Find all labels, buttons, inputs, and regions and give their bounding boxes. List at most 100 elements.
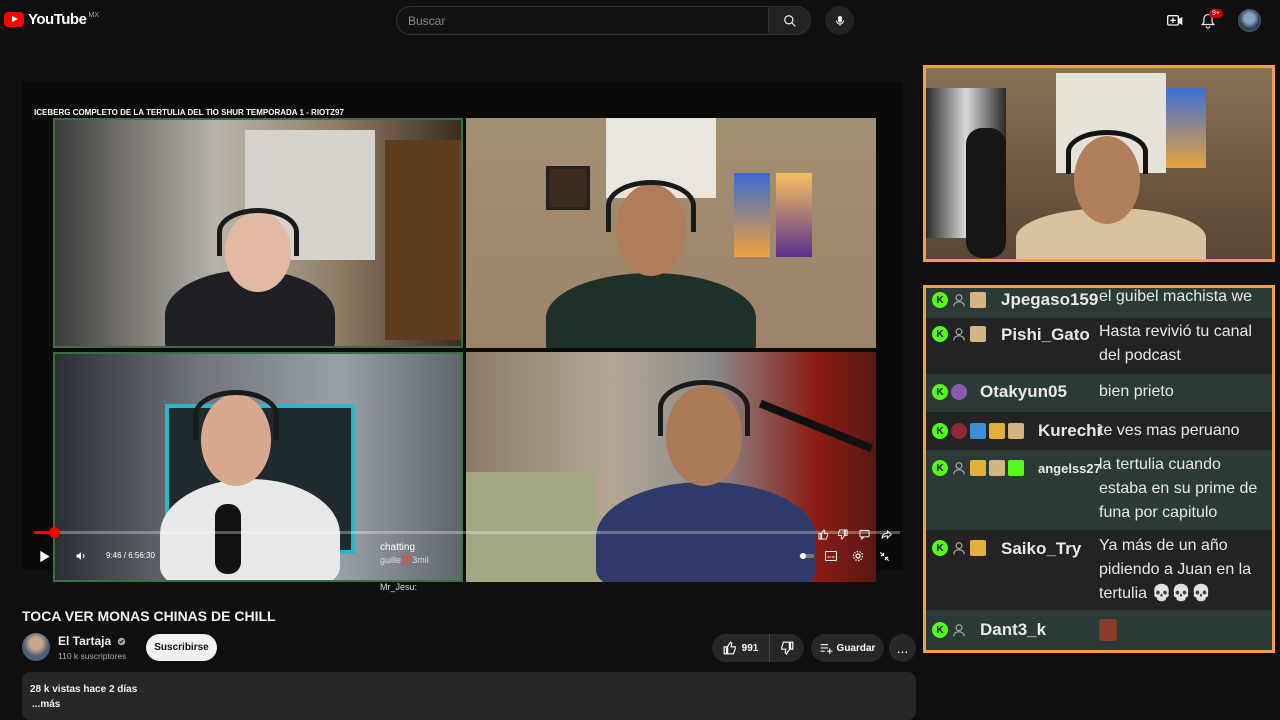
video-frame: ICEBERG COMPLETO DE LA TERTULIA DEL TIO … [22, 82, 902, 592]
subscriber-badge-icon [970, 292, 986, 308]
chat-username[interactable]: Otakyun05 [980, 382, 1067, 402]
chat-message: K Kurechi te ves mas peruano [926, 412, 1272, 450]
voice-search-button[interactable] [825, 6, 854, 35]
search-button[interactable] [768, 7, 810, 34]
user-avatar-icon [951, 423, 967, 439]
volume-icon [76, 552, 85, 560]
kick-logo-icon: K [932, 622, 948, 638]
chat-text: la tertulia cuando estaba en su prime de… [1099, 456, 1258, 521]
like-dislike-group: 991 [712, 634, 804, 662]
video-dislike-overlay-button[interactable] [834, 526, 850, 542]
channel-avatar[interactable] [22, 633, 50, 661]
chat-text: el guibel machista we [1099, 288, 1252, 305]
kick-logo-icon: K [932, 326, 948, 342]
chat-username[interactable]: Kurechi [1038, 421, 1101, 441]
time-display: 9:46 / 6:56:30 [106, 551, 155, 560]
chat-username[interactable]: Saiko_Try [1001, 539, 1081, 559]
kick-logo-icon: K [932, 384, 948, 400]
subtitles-button[interactable] [822, 547, 840, 565]
playlist-add-icon [820, 643, 833, 654]
chat-username[interactable]: Dant3_k [980, 620, 1046, 640]
channel-name-text: El Tartaja [58, 634, 112, 648]
chat-username[interactable]: Pishi_Gato [1001, 325, 1090, 345]
chat-message: K Dant3_k [926, 610, 1272, 650]
like-count: 991 [741, 642, 759, 654]
video-cam-top-right [466, 118, 876, 348]
subscribe-button[interactable]: Suscribirse [146, 634, 217, 661]
chat-text: bien prieto [1099, 383, 1174, 400]
autoplay-toggle-icon [799, 553, 815, 559]
fullscreen-exit-button[interactable] [875, 547, 893, 565]
user-icon [951, 292, 967, 308]
chat-message: K Saiko_Try Ya más de un año pidiendo a … [926, 530, 1272, 610]
play-button[interactable] [36, 547, 54, 565]
description-box[interactable]: 28 k vistas hace 2 días ...más [22, 672, 916, 720]
thumb-down-icon [781, 641, 794, 655]
subscriber-badge-icon [989, 460, 1005, 476]
video-overlay-title: ICEBERG COMPLETO DE LA TERTULIA DEL TIO … [34, 108, 344, 117]
channel-name[interactable]: El Tartaja [58, 634, 126, 648]
create-button[interactable] [1165, 11, 1185, 31]
overlay-chat-line: Mr_Jesu: [380, 582, 418, 592]
volume-button[interactable] [72, 547, 90, 565]
mic-icon [835, 15, 844, 26]
logo-text: YouTube [28, 11, 87, 28]
autoplay-toggle[interactable] [798, 547, 816, 565]
subscriber-count: 110 k suscriptores [58, 651, 127, 661]
account-avatar[interactable] [1238, 9, 1261, 32]
user-icon [951, 540, 967, 556]
youtube-logo[interactable]: YouTube MX [4, 11, 99, 28]
search-box [396, 6, 811, 35]
pickaxe-badge-icon [970, 423, 986, 439]
settings-button[interactable] [849, 547, 867, 565]
notification-count-badge: 9+ [1209, 9, 1223, 18]
chat-message: K Otakyun05 bien prieto [926, 374, 1272, 412]
video-player[interactable]: ICEBERG COMPLETO DE LA TERTULIA DEL TIO … [22, 60, 916, 596]
user-icon [951, 326, 967, 342]
search-input[interactable] [397, 7, 770, 34]
verified-icon [118, 638, 126, 646]
moai-emote-icon [1099, 619, 1117, 641]
video-comment-overlay-button[interactable] [856, 526, 872, 542]
search-icon [783, 14, 796, 27]
dislike-button[interactable] [770, 634, 804, 662]
video-cam-top-left [53, 118, 463, 348]
user-avatar-icon [951, 384, 967, 400]
more-dots-icon: ... [896, 640, 909, 656]
kick-logo-icon: K [932, 540, 948, 556]
user-icon [951, 460, 967, 476]
subscriber-badge-icon [1008, 423, 1024, 439]
top-bar: YouTube MX 9+ [0, 0, 1280, 44]
chat-username[interactable]: Jpegaso159 [1001, 290, 1098, 310]
chat-text: Ya más de un año pidiendo a Juan en la t… [1099, 537, 1252, 602]
collapse-icon [879, 551, 889, 561]
chat-message: K angelss27 la tertulia cuando estaba en… [926, 450, 1272, 530]
video-like-overlay-button[interactable] [815, 526, 831, 542]
views-date: 28 k vistas hace 2 días [30, 684, 138, 695]
thumb-up-icon [723, 641, 736, 655]
kick-logo-icon: K [932, 292, 948, 308]
more-actions-button[interactable]: ... [889, 634, 916, 662]
kick-logo-icon: K [932, 423, 948, 439]
youtube-play-icon [4, 12, 24, 27]
gift-badge-icon [1008, 460, 1024, 476]
subscriber-badge-icon [970, 326, 986, 342]
save-button[interactable]: Guardar [811, 634, 884, 662]
kick-chat-panel: K Jpegaso159 el guibel machista we K Pis… [923, 285, 1275, 653]
chat-message: K Pishi_Gato Hasta revivió tu canal del … [926, 318, 1272, 374]
kick-logo-icon: K [932, 460, 948, 476]
play-icon [40, 550, 50, 562]
show-more-link[interactable]: ...más [32, 699, 60, 710]
video-share-overlay-button[interactable] [878, 526, 894, 542]
streamer-webcam [923, 65, 1275, 262]
like-button[interactable]: 991 [712, 634, 770, 662]
crown-badge-icon [989, 423, 1005, 439]
chat-message: K Jpegaso159 el guibel machista we [926, 288, 1272, 318]
chat-text: Hasta revivió tu canal del podcast [1099, 323, 1252, 364]
chat-username[interactable]: angelss27 [1038, 461, 1101, 476]
video-title: TOCA VER MONAS CHINAS DE CHILL [22, 608, 276, 624]
user-icon [951, 622, 967, 638]
chat-text: te ves mas peruano [1099, 422, 1240, 439]
progress-bar[interactable] [34, 527, 900, 538]
player-controls: 9:46 / 6:56:30 [22, 542, 916, 570]
